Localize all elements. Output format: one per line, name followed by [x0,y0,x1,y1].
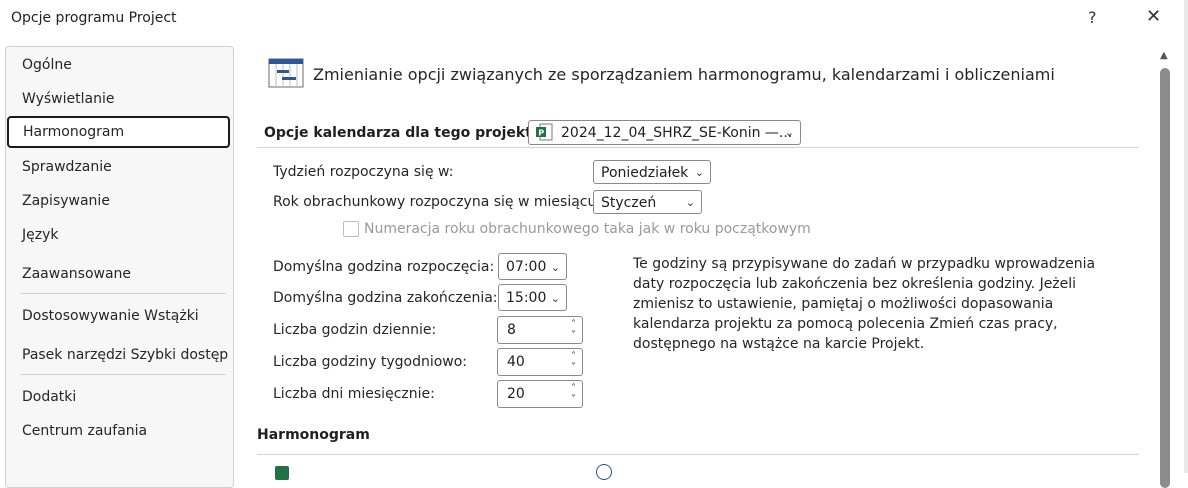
chevron-down-icon: ⌄ [694,166,704,179]
start-time-value: 07:00 [506,259,547,275]
fiscal-year-value: Styczeń [601,195,657,211]
close-icon[interactable]: ✕ [1146,6,1161,27]
page-heading: Zmienianie opcji związanych ze sporządza… [313,65,1055,84]
nav-item-sprawdzanie[interactable]: Sprawdzanie [7,151,230,183]
spin-up-icon[interactable]: ˄ [571,320,576,330]
section-divider [257,454,1139,455]
hours-per-day-value: 8 [507,322,516,338]
nav-item-harmonogram[interactable]: Harmonogram [7,116,230,148]
nav-item-zaawansowane[interactable]: Zaawansowane [7,258,230,290]
category-nav: Ogólne Wyświetlanie Harmonogram Sprawdza… [5,46,234,488]
window-edge [1184,0,1188,473]
help-icon[interactable]: ? [1088,8,1097,27]
nav-divider [20,374,226,375]
end-time-label: Domyślna godzina zakończenia: [273,290,498,306]
fiscal-numbering-label: Numeracja roku obrachunkowego taka jak w… [364,221,811,237]
scrollbar-thumb[interactable] [1160,68,1170,488]
nav-item-zapisywanie[interactable]: Zapisywanie [7,185,230,217]
spin-up-icon[interactable]: ˄ [571,352,576,362]
project-file-icon: P [536,123,553,141]
week-start-label: Tydzień rozpoczyna się w: [273,164,454,180]
nav-divider [20,293,226,294]
nav-item-jezyk[interactable]: Język [7,219,230,251]
days-per-month-spinner[interactable]: 20 ˄ ˅ [497,380,583,408]
nav-item-wyswietlanie[interactable]: Wyświetlanie [7,83,230,115]
hours-per-day-label: Liczba godzin dziennie: [273,322,437,338]
nav-item-dodatki[interactable]: Dodatki [7,381,230,413]
schedule-option-checkbox[interactable] [275,466,289,480]
chevron-down-icon: ⌄ [550,261,560,274]
start-time-select[interactable]: 07:00 ⌄ [498,253,567,280]
spin-up-icon[interactable]: ˄ [571,384,576,394]
nav-item-dostosowywanie-wstazki[interactable]: Dostosowywanie Wstążki [7,300,230,332]
schedule-calendar-icon [268,58,304,88]
calendar-options-label: Opcje kalendarza dla tego projektu: [264,125,548,141]
chevron-down-icon: ⌄ [784,126,794,139]
spin-down-icon[interactable]: ˅ [571,331,576,341]
hours-info-text: Te godziny są przypisywane do zadań w pr… [633,256,1096,352]
fiscal-year-label: Rok obrachunkowy rozpoczyna się w miesią… [273,194,602,210]
end-time-select[interactable]: 15:00 ⌄ [498,284,567,311]
nav-item-ogolne[interactable]: Ogólne [7,49,230,81]
start-time-label: Domyślna godzina rozpoczęcia: [273,259,495,275]
hours-per-day-spinner[interactable]: 8 ˄ ˅ [497,316,583,344]
schedule-section-label: Harmonogram [257,427,370,443]
svg-text:P: P [538,129,544,138]
chevron-down-icon: ⌄ [685,196,695,209]
days-per-month-label: Liczba dni miesięcznie: [273,386,435,402]
end-time-value: 15:00 [506,290,547,306]
fiscal-year-select[interactable]: Styczeń ⌄ [593,190,702,214]
title-bar: Opcje programu Project ? ✕ [0,0,1188,38]
window-title: Opcje programu Project [11,10,177,26]
project-select-value: 2024_12_04_SHRZ_SE-Konin —... [561,125,793,141]
nav-item-pasek-szybki-dostep[interactable]: Pasek narzędzi Szybki dostęp [7,339,230,371]
project-select[interactable]: P 2024_12_04_SHRZ_SE-Konin —... ⌄ [528,120,801,145]
scroll-up-icon[interactable]: ▲ [1160,50,1168,61]
spin-down-icon[interactable]: ˅ [571,363,576,373]
hours-per-week-value: 40 [507,354,525,370]
hours-per-week-spinner[interactable]: 40 ˄ ˅ [497,348,583,376]
spin-down-icon[interactable]: ˅ [571,395,576,405]
days-per-month-value: 20 [507,386,525,402]
week-start-value: Poniedziałek [601,165,689,181]
nav-item-centrum-zaufania[interactable]: Centrum zaufania [7,415,230,447]
chevron-down-icon: ⌄ [550,292,560,305]
section-divider [257,147,1139,148]
hours-per-week-label: Liczba godziny tygodniowo: [273,354,468,370]
fiscal-numbering-checkbox[interactable] [343,221,359,237]
week-start-select[interactable]: Poniedziałek ⌄ [593,160,711,184]
info-icon[interactable] [596,464,612,480]
